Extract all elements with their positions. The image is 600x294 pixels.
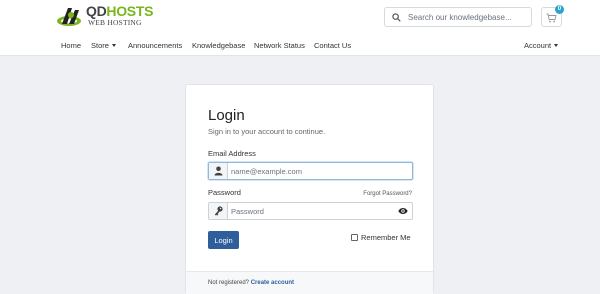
main-nav: Home Store Announcements Knowledgebase N… — [0, 36, 600, 56]
password-input[interactable] — [231, 204, 396, 218]
search-input[interactable] — [408, 9, 528, 25]
logo[interactable]: QDHOSTS WEB HOSTING — [56, 4, 156, 30]
nav-knowledgebase[interactable]: Knowledgebase — [192, 41, 245, 50]
search-icon — [392, 13, 401, 22]
nav-store[interactable]: Store — [91, 41, 116, 50]
logo-mark-icon — [57, 8, 81, 26]
login-subtitle: Sign in to your account to continue. — [208, 127, 326, 136]
nav-home[interactable]: Home — [61, 41, 81, 50]
cart-button[interactable]: 0 — [541, 5, 564, 27]
cart-count-badge: 0 — [555, 5, 564, 14]
login-button[interactable]: Login — [208, 231, 239, 249]
nav-network-status[interactable]: Network Status — [254, 41, 305, 50]
login-card-footer: Not registered? Create account — [186, 271, 433, 294]
search-box[interactable] — [384, 7, 532, 27]
eye-icon[interactable] — [398, 207, 408, 215]
not-registered-text: Not registered? — [208, 280, 250, 286]
password-label: Password — [208, 188, 241, 197]
password-field[interactable] — [208, 202, 413, 220]
logo-tagline: WEB HOSTING — [88, 18, 142, 27]
site-header: QDHOSTS WEB HOSTING 0 Home Store Announc… — [0, 0, 600, 56]
nav-announcements[interactable]: Announcements — [128, 41, 182, 50]
cart-icon — [546, 13, 557, 23]
nav-contact-us[interactable]: Contact Us — [314, 41, 351, 50]
key-icon — [214, 206, 223, 216]
login-title: Login — [208, 107, 245, 124]
create-account-link[interactable]: Create account — [251, 280, 294, 286]
user-icon — [214, 166, 223, 176]
login-card: Login Sign in to your account to continu… — [185, 84, 434, 294]
nav-account[interactable]: Account — [524, 41, 559, 50]
remember-me-checkbox[interactable] — [351, 234, 358, 241]
email-label: Email Address — [208, 149, 256, 158]
email-field[interactable] — [208, 162, 413, 180]
logo-wordmark: QDHOSTS — [86, 3, 154, 19]
email-input[interactable] — [231, 164, 396, 178]
chevron-down-icon — [111, 44, 116, 47]
forgot-password-link[interactable]: Forgot Password? — [363, 191, 412, 197]
remember-me-label: Remember Me — [361, 233, 411, 242]
chevron-down-icon — [554, 44, 559, 47]
